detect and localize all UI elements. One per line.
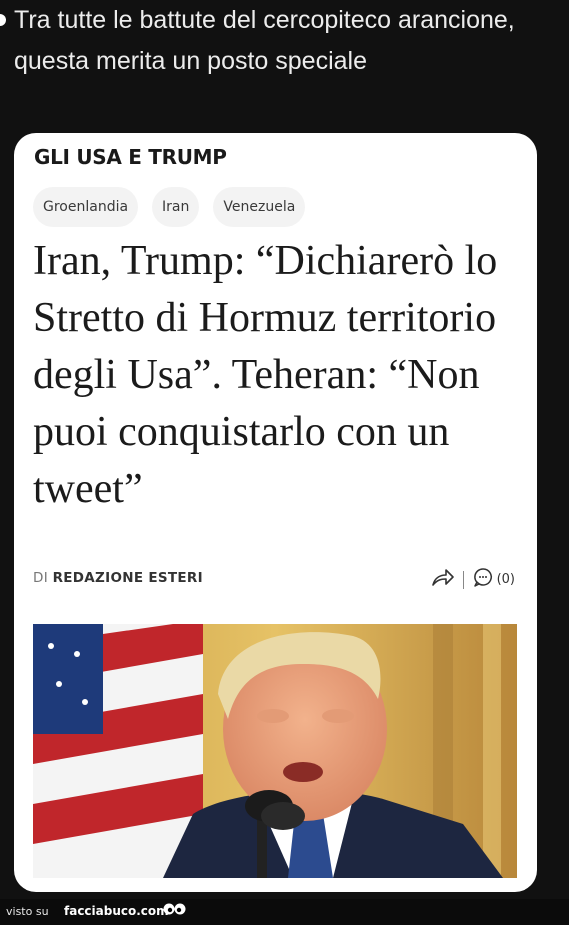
article-actions: (0) <box>431 566 515 593</box>
comment-count[interactable]: (0) <box>497 572 515 587</box>
visto-su-label: visto su <box>6 905 49 918</box>
post-caption: Tra tutte le battute del cercopiteco ara… <box>14 6 515 75</box>
author-link[interactable]: REDAZIONE ESTERI <box>53 570 203 586</box>
share-arrow-icon[interactable] <box>431 567 455 592</box>
tag-list: Groenlandia Iran Venezuela <box>33 187 319 227</box>
tag-iran[interactable]: Iran <box>152 187 200 227</box>
site-footer: visto su facciabuco.com <box>0 899 569 925</box>
article-photo[interactable] <box>33 624 517 878</box>
article-headline[interactable]: Iran, Trump: “Dichiarerò lo Stretto di H… <box>33 233 533 518</box>
tag-venezuela[interactable]: Venezuela <box>213 187 306 227</box>
left-edge-dot <box>0 14 6 26</box>
article-card[interactable]: GLI USA E TRUMP Groenlandia Iran Venezue… <box>14 133 537 892</box>
actions-divider <box>462 570 464 589</box>
section-title[interactable]: GLI USA E TRUMP <box>34 145 227 169</box>
tag-groenlandia[interactable]: Groenlandia <box>33 187 139 227</box>
site-logo[interactable]: facciabuco.com <box>64 904 169 918</box>
flag <box>33 624 203 878</box>
byline-prefix: DI <box>33 570 48 586</box>
comment-bubble-icon[interactable] <box>472 566 494 593</box>
eyes-logo-icon <box>163 903 186 915</box>
byline: DI REDAZIONE ESTERI <box>33 570 203 586</box>
